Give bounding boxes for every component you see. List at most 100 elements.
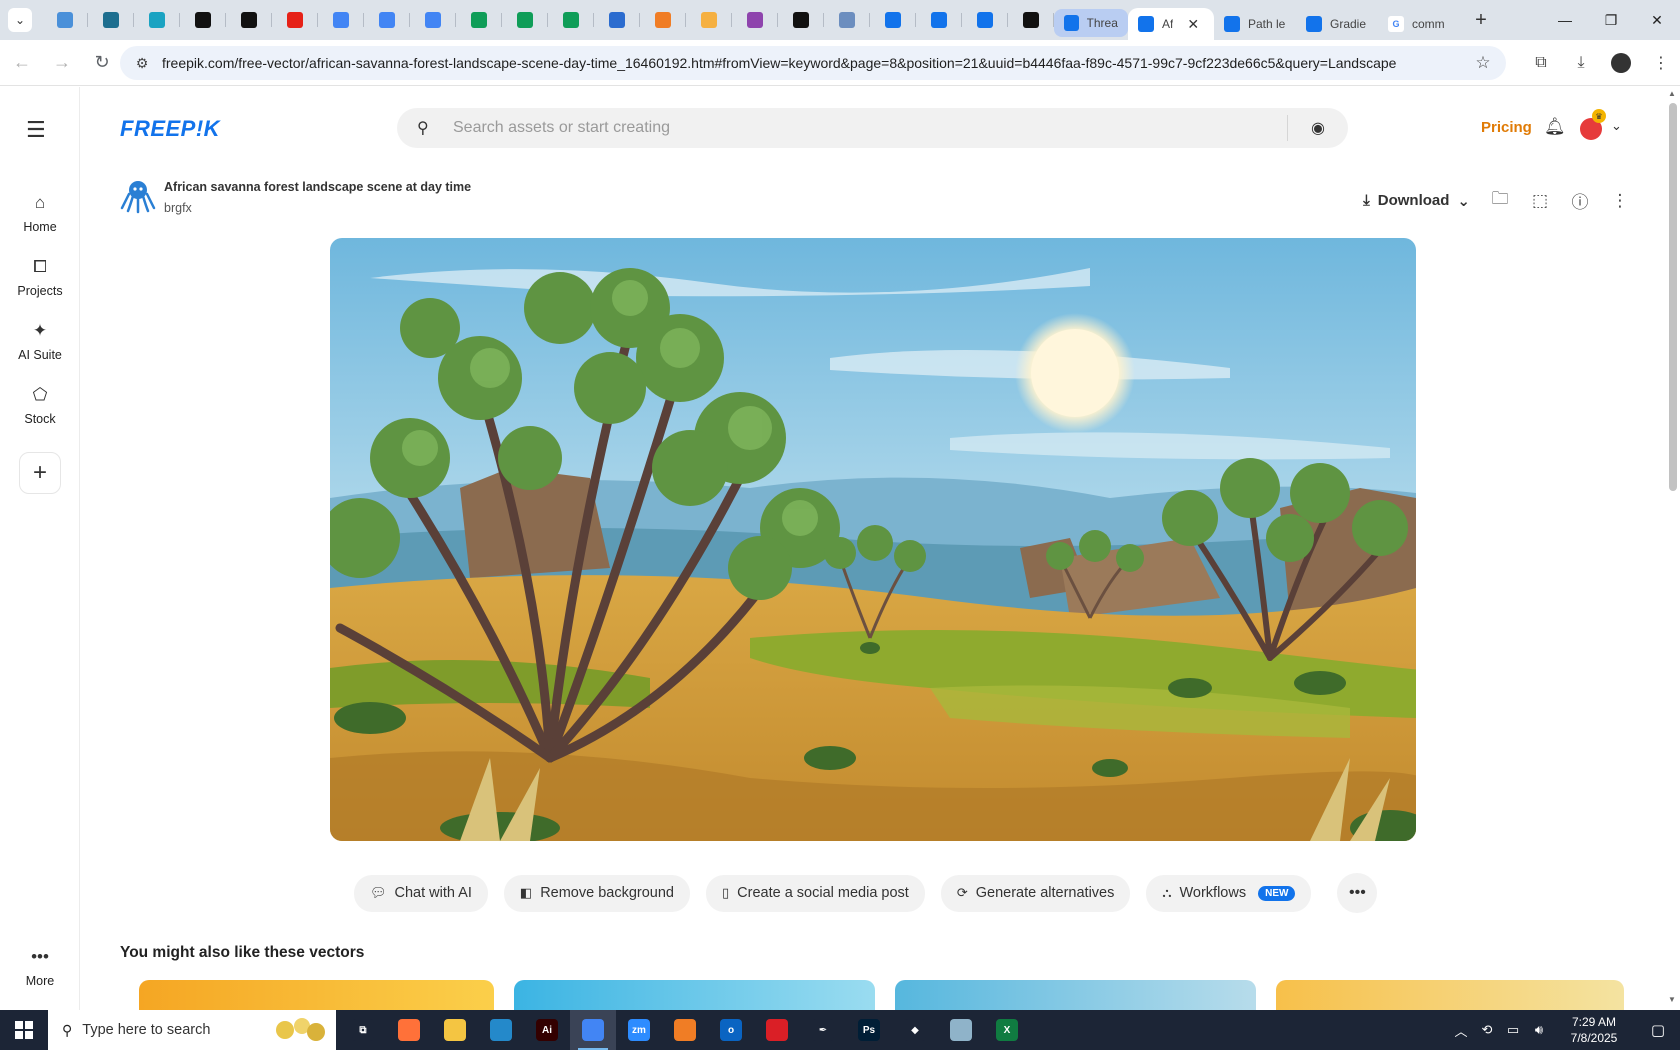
url-text[interactable]: freepik.com/free-vector/african-savanna-…	[162, 55, 1468, 71]
taskbar-app[interactable]	[478, 1010, 524, 1050]
page-scrollbar[interactable]: ▲ ▼	[1666, 87, 1680, 1010]
browser-tab[interactable]: Threat	[1054, 9, 1128, 37]
taskbar-app[interactable]	[432, 1010, 478, 1050]
tray-app-icon[interactable]: ⟲	[1474, 1022, 1500, 1038]
author-octopus-logo[interactable]	[120, 178, 156, 214]
taskbar-app[interactable]: Ai	[524, 1010, 570, 1050]
pinned-tab[interactable]	[870, 0, 916, 40]
forward-arrow-icon[interactable]: →	[44, 45, 80, 81]
taskbar-app[interactable]: zm	[616, 1010, 662, 1050]
extensions-icon[interactable]: ⧉	[1522, 45, 1560, 81]
generate-alternatives-button[interactable]: ⟳ Generate alternatives	[940, 874, 1131, 912]
restore-icon[interactable]: ❐	[1588, 0, 1634, 40]
reload-icon[interactable]: ↻	[84, 45, 120, 81]
pinned-tab[interactable]	[916, 0, 962, 40]
workflows-button[interactable]: ⛬ Workflows NEW	[1146, 874, 1312, 912]
collection-icon[interactable]: ⬚	[1530, 191, 1550, 211]
scroll-up-icon[interactable]: ▲	[1668, 89, 1676, 98]
tab-search-chevron-icon[interactable]: ⌄	[8, 8, 32, 32]
browser-tab[interactable]: Gcomm	[1378, 8, 1458, 40]
pinned-tab[interactable]	[364, 0, 410, 40]
more-tools-button[interactable]: •••	[1337, 873, 1378, 913]
new-tab-button[interactable]: +	[1466, 5, 1496, 35]
info-icon[interactable]: ⓘ	[1570, 188, 1590, 213]
pinned-tab[interactable]	[732, 0, 778, 40]
pinned-tab[interactable]	[134, 0, 180, 40]
pricing-link[interactable]: Pricing	[1481, 119, 1532, 136]
folder-icon[interactable]: 🗀	[1490, 186, 1510, 215]
savanna-preview-image[interactable]	[330, 238, 1416, 841]
taskbar-app[interactable]	[570, 1010, 616, 1050]
pinned-tab[interactable]	[318, 0, 364, 40]
hamburger-menu-icon[interactable]: ☰	[26, 117, 46, 143]
remove-background-button[interactable]: ◧ Remove background	[503, 874, 690, 912]
pinned-tab[interactable]	[824, 0, 870, 40]
minimize-icon[interactable]: —	[1542, 0, 1588, 40]
taskbar-app[interactable]: ◆	[892, 1010, 938, 1050]
pinned-tab[interactable]	[226, 0, 272, 40]
rail-item-more[interactable]: ••• More	[0, 947, 80, 988]
taskbar-app[interactable]: ✒	[800, 1010, 846, 1050]
notification-icon[interactable]: ▢	[1636, 1021, 1680, 1039]
volume-icon[interactable]: 🔊︎	[1526, 1022, 1552, 1038]
pinned-tab[interactable]	[42, 0, 88, 40]
rail-item-projects[interactable]: ⧠ Projects	[0, 257, 80, 298]
create-social-post-button[interactable]: ▯ Create a social media post	[706, 874, 925, 912]
add-tool-button[interactable]: +	[19, 452, 61, 494]
scroll-down-icon[interactable]: ▼	[1668, 995, 1676, 1004]
related-thumbnail[interactable]	[895, 980, 1256, 1010]
browser-tab[interactable]: Af ✕	[1128, 8, 1214, 40]
pinned-tab[interactable]	[962, 0, 1008, 40]
downloads-icon[interactable]: ⤓	[1562, 45, 1600, 81]
back-arrow-icon[interactable]: ←	[4, 45, 40, 81]
taskbar-app[interactable]	[754, 1010, 800, 1050]
user-chevron-down-icon[interactable]: ⌄	[1611, 118, 1622, 134]
scrollbar-thumb[interactable]	[1669, 103, 1677, 491]
related-thumbnail[interactable]	[514, 980, 875, 1010]
taskbar-app[interactable]	[938, 1010, 984, 1050]
chat-with-ai-button[interactable]: 💬︎ Chat with AI	[354, 874, 488, 912]
taskbar-app[interactable]: ⧉	[340, 1010, 386, 1050]
bell-icon[interactable]: 🔔︎	[1544, 117, 1566, 137]
pinned-tab[interactable]	[410, 0, 456, 40]
download-button[interactable]: ⤓ Download ⌄	[1363, 192, 1470, 210]
camera-icon[interactable]: ◉	[1288, 118, 1348, 138]
pinned-tab[interactable]	[88, 0, 134, 40]
taskbar-app[interactable]: Ps	[846, 1010, 892, 1050]
pinned-tab[interactable]	[180, 0, 226, 40]
kebab-menu-icon[interactable]: ⋮	[1610, 191, 1630, 211]
taskbar-app[interactable]: o	[708, 1010, 754, 1050]
browser-tab[interactable]: Gradie	[1296, 8, 1378, 40]
taskbar-app[interactable]	[386, 1010, 432, 1050]
related-thumbnail[interactable]	[139, 980, 494, 1010]
pinned-tab[interactable]	[456, 0, 502, 40]
search-input[interactable]	[453, 119, 1287, 137]
windows-start-icon[interactable]	[0, 1010, 48, 1050]
pinned-tab[interactable]	[594, 0, 640, 40]
tab-close-icon[interactable]: ✕	[1187, 16, 1199, 33]
related-thumbnail[interactable]	[1276, 980, 1624, 1010]
tray-chevron-up-icon[interactable]: ︿	[1448, 1021, 1474, 1040]
pinned-tab[interactable]	[272, 0, 318, 40]
taskbar-search-input[interactable]	[82, 1022, 263, 1038]
taskbar-app[interactable]: X	[984, 1010, 1030, 1050]
rail-item-ai-suite[interactable]: ✦ AI Suite	[0, 321, 80, 362]
pinned-tab[interactable]	[640, 0, 686, 40]
browser-tab[interactable]: Path le	[1214, 8, 1296, 40]
bookmark-star-icon[interactable]: ☆	[1468, 53, 1498, 73]
rail-item-stock[interactable]: ⬠ Stock	[0, 385, 80, 426]
pinned-tab[interactable]	[686, 0, 732, 40]
taskbar-app[interactable]	[662, 1010, 708, 1050]
address-bar[interactable]: ⚙ freepik.com/free-vector/african-savann…	[120, 46, 1506, 80]
network-icon[interactable]: ▭	[1500, 1022, 1526, 1038]
asset-author[interactable]: brgfx	[164, 201, 192, 215]
taskbar-clock[interactable]: 7:29 AM 7/8/2025	[1558, 1014, 1630, 1046]
close-window-icon[interactable]: ✕	[1634, 0, 1680, 40]
chrome-menu-icon[interactable]: ⋮	[1642, 45, 1680, 81]
profile-icon[interactable]	[1602, 45, 1640, 81]
pinned-tab[interactable]	[1008, 0, 1054, 40]
site-settings-icon[interactable]: ⚙	[128, 55, 156, 72]
pinned-tab[interactable]	[502, 0, 548, 40]
rail-item-home[interactable]: ⌂ Home	[0, 193, 80, 234]
pinned-tab[interactable]	[778, 0, 824, 40]
